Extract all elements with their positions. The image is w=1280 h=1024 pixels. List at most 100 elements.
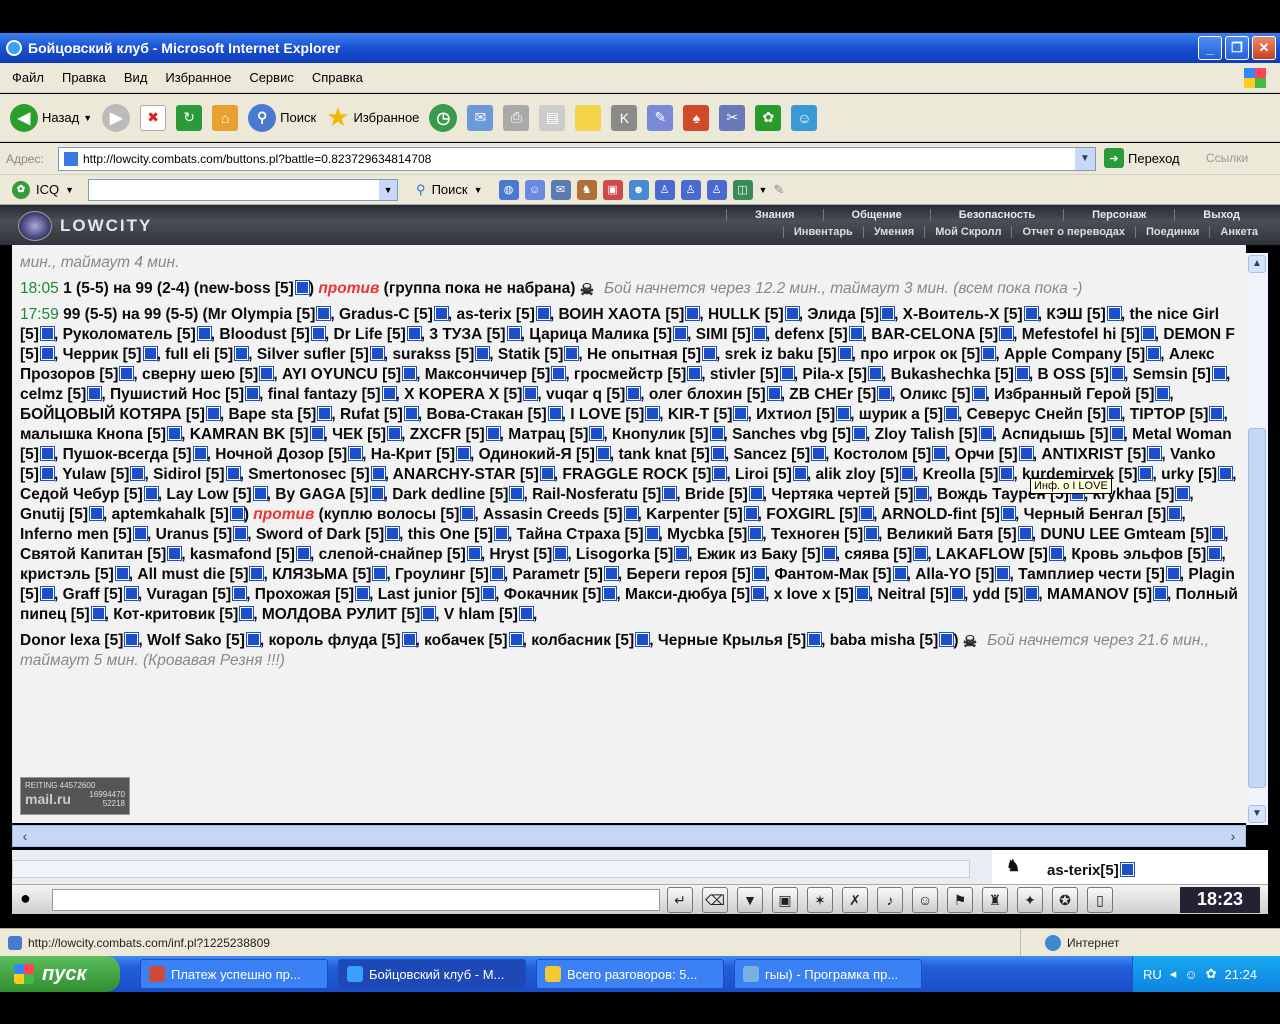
go-button[interactable]: ➜ Переход — [1104, 148, 1180, 168]
info-icon[interactable] — [401, 632, 417, 647]
clover-icon[interactable]: ✿ — [755, 104, 782, 131]
info-icon[interactable] — [859, 506, 875, 521]
start-button[interactable]: пуск — [0, 956, 120, 992]
info-icon[interactable] — [981, 346, 997, 361]
info-icon[interactable] — [295, 546, 311, 561]
close-button[interactable]: ✕ — [1252, 36, 1276, 60]
info-icon[interactable] — [1147, 446, 1163, 461]
info-icon[interactable] — [1048, 546, 1064, 561]
info-icon[interactable] — [489, 566, 505, 581]
info-icon[interactable] — [792, 466, 808, 481]
print-icon[interactable]: ⎙ — [503, 104, 530, 131]
chevron-down-icon[interactable]: ▼ — [65, 185, 74, 195]
info-icon[interactable] — [1018, 446, 1034, 461]
menu-tools[interactable]: Сервис — [249, 70, 294, 85]
info-icon[interactable] — [854, 586, 870, 601]
battle-entry-1[interactable]: 18:05 1 (5-5) на 99 (2-4) (new-boss [5])… — [20, 279, 1238, 299]
info-icon[interactable] — [1024, 586, 1040, 601]
info-icon[interactable] — [1119, 862, 1135, 877]
info-icon[interactable] — [939, 632, 955, 647]
info-icon[interactable] — [971, 386, 987, 401]
info-icon[interactable] — [751, 326, 767, 341]
info-icon[interactable] — [864, 526, 880, 541]
battle-entry-2-continued[interactable]: Donor lexa [5], Wolf Sako [5], король фл… — [20, 631, 1238, 671]
info-icon[interactable] — [387, 426, 403, 441]
icq-search-button[interactable]: Поиск — [432, 182, 468, 197]
chat-icon[interactable]: ◫ — [732, 179, 753, 200]
info-icon[interactable] — [232, 586, 248, 601]
info-icon[interactable] — [245, 386, 261, 401]
info-icon[interactable] — [421, 606, 437, 621]
info-icon[interactable] — [523, 386, 539, 401]
info-icon[interactable] — [539, 466, 555, 481]
info-icon[interactable] — [123, 586, 139, 601]
info-icon[interactable] — [1175, 486, 1191, 501]
info-icon[interactable] — [710, 446, 726, 461]
info-icon[interactable] — [1017, 526, 1033, 541]
info-icon[interactable] — [751, 566, 767, 581]
scroll-right-icon[interactable]: › — [1223, 827, 1243, 845]
info-icon[interactable] — [662, 486, 678, 501]
clear-icon[interactable]: ⌫ — [702, 887, 728, 913]
info-icon[interactable] — [369, 486, 385, 501]
fighter-icon[interactable]: ✶ — [807, 887, 833, 913]
info-icon[interactable] — [119, 366, 135, 381]
info-icon[interactable] — [913, 546, 929, 561]
info-icon[interactable] — [687, 366, 703, 381]
info-icon[interactable] — [89, 506, 105, 521]
menu-file[interactable]: Файл — [12, 70, 44, 85]
info-icon[interactable] — [645, 406, 661, 421]
info-icon[interactable] — [784, 306, 800, 321]
info-icon[interactable] — [233, 526, 249, 541]
info-icon[interactable] — [995, 566, 1011, 581]
info-icon[interactable] — [751, 586, 767, 601]
info-icon[interactable] — [892, 566, 908, 581]
info-icon[interactable] — [87, 386, 103, 401]
language-indicator[interactable]: RU — [1143, 967, 1162, 982]
save-icon[interactable]: ▣ — [772, 887, 798, 913]
menu-view[interactable]: Вид — [124, 70, 148, 85]
mail-ru-counter[interactable]: REITING 44572600 mail.ru 16994470 52218 — [20, 777, 130, 815]
info-icon[interactable] — [811, 446, 827, 461]
nav-knowledge[interactable]: Знания — [726, 209, 822, 221]
game-icon[interactable]: ♞ — [576, 179, 597, 200]
info-icon[interactable] — [551, 366, 567, 381]
scroll-thumb[interactable] — [1248, 428, 1266, 788]
info-icon[interactable] — [836, 406, 852, 421]
news-icon[interactable]: ▣ — [602, 179, 623, 200]
info-icon[interactable] — [1155, 386, 1171, 401]
info-icon[interactable] — [868, 366, 884, 381]
game-icon[interactable]: ♠ — [683, 104, 710, 131]
taskbar-item-payment[interactable]: Платеж успешно пр... — [140, 959, 328, 989]
info-icon[interactable] — [564, 346, 580, 361]
clan-icon[interactable]: ♜ — [982, 887, 1008, 913]
horizontal-scrollbar[interactable]: ‹ › — [12, 825, 1246, 847]
chat-scrollbar[interactable] — [12, 860, 970, 878]
info-icon[interactable] — [1023, 306, 1039, 321]
mail-icon[interactable]: ✉ — [550, 179, 571, 200]
info-icon[interactable] — [743, 506, 759, 521]
info-icon[interactable] — [837, 346, 853, 361]
people-icon[interactable]: ☺ — [791, 104, 818, 131]
icq-label[interactable]: ICQ — [36, 182, 59, 197]
info-icon[interactable] — [229, 506, 245, 521]
info-icon[interactable] — [142, 346, 158, 361]
chevron-down-icon[interactable]: ▼ — [474, 185, 483, 195]
info-icon[interactable] — [635, 632, 651, 647]
info-icon[interactable] — [547, 406, 563, 421]
info-icon[interactable] — [316, 306, 332, 321]
info-icon[interactable] — [1153, 586, 1169, 601]
scroll-up-icon[interactable]: ▲ — [1248, 255, 1266, 273]
info-icon[interactable] — [1000, 506, 1016, 521]
menu-edit[interactable]: Правка — [62, 70, 106, 85]
info-icon[interactable] — [114, 566, 130, 581]
info-icon[interactable] — [702, 346, 718, 361]
nav-skills[interactable]: Умения — [862, 226, 924, 238]
info-icon[interactable] — [748, 486, 764, 501]
info-icon[interactable] — [124, 632, 140, 647]
nav-community[interactable]: Общение — [822, 209, 930, 221]
info-icon[interactable] — [466, 546, 482, 561]
info-icon[interactable] — [167, 546, 183, 561]
info-icon[interactable] — [39, 466, 55, 481]
home-icon[interactable]: ⌂ — [212, 104, 239, 131]
